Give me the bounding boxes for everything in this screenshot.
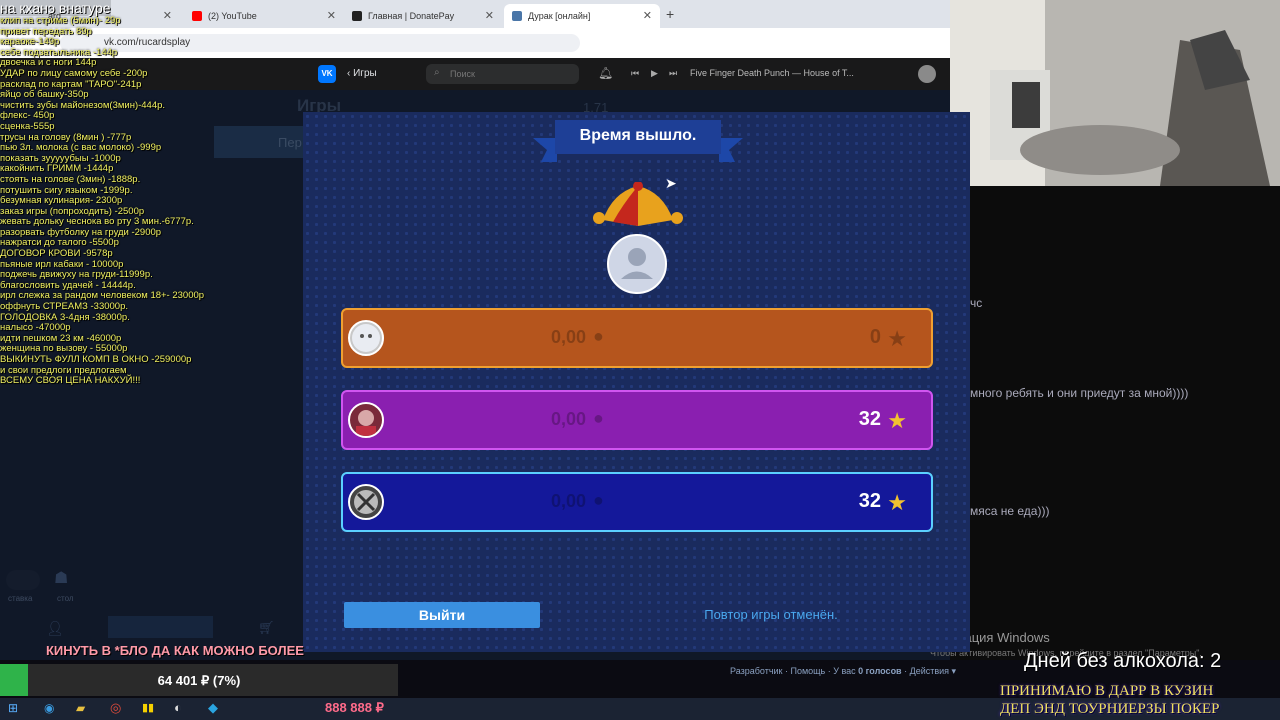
- player-row: 0,00 ● 32 ★: [341, 472, 933, 532]
- donatepay-icon: [352, 11, 362, 21]
- bell-icon[interactable]: 🔔︎: [598, 66, 613, 80]
- tab-label: Дурак [онлайн]: [528, 11, 591, 21]
- player-row: 0,00 ● 0 ★: [341, 308, 933, 368]
- jester-avatar: [593, 182, 683, 294]
- prev-track-icon[interactable]: ⏮: [631, 68, 639, 79]
- footer-actions[interactable]: Действия: [910, 666, 949, 676]
- browser-tab-durak[interactable]: Дурак [онлайн] ✕: [504, 4, 660, 28]
- tab-label: (2) YouTube: [208, 11, 257, 21]
- windows-start-icon[interactable]: ⊞: [8, 701, 18, 715]
- chat-message: мяса не еда))): [970, 504, 1050, 518]
- play-icon[interactable]: ▶: [651, 68, 658, 79]
- stol-label: стол: [57, 594, 74, 603]
- footer-help[interactable]: Помощь: [790, 666, 825, 676]
- close-icon[interactable]: ✕: [643, 9, 652, 22]
- player-avatar: [348, 402, 384, 438]
- new-tab-button[interactable]: +: [666, 6, 674, 22]
- player-money: 0,00: [551, 409, 587, 429]
- price-line: ВСЕМУ СВОЯ ЦЕНА НАКХУЙ!!!: [0, 375, 141, 387]
- close-icon[interactable]: ✕: [327, 9, 336, 22]
- chrome-icon[interactable]: ◎: [110, 700, 121, 716]
- footer-votes-prefix: У вас: [833, 666, 856, 676]
- webcam-feed: [950, 0, 1280, 186]
- search-placeholder: Поиск: [450, 69, 475, 79]
- game-over-modal: Время вышло. 0,00 ● 0 ★ 0,00 ● 32 ★ 0,00…: [303, 112, 970, 652]
- price-line: УДАР по лицу самому себе -200р: [0, 67, 148, 79]
- tab-first[interactable]: Пер: [214, 126, 304, 158]
- player-avatar: [348, 484, 384, 520]
- stavka-toggle[interactable]: [6, 570, 40, 590]
- explorer-icon[interactable]: ▰: [76, 701, 85, 715]
- donation-progress-bar: 64 401 ₽ (7%): [0, 664, 398, 696]
- close-icon[interactable]: ✕: [485, 9, 494, 22]
- modal-title: Время вышло.: [579, 127, 697, 144]
- footer-votes: 0 голосов: [858, 666, 902, 676]
- now-playing[interactable]: Five Finger Death Punch — House of T...: [690, 68, 854, 78]
- tab-label: Пер: [278, 135, 302, 150]
- footer-developer[interactable]: Разработчик: [730, 666, 782, 676]
- edge-icon[interactable]: ◉: [44, 701, 54, 715]
- banner: ПРИНИМАЮ В ДАРР В КУЗИН ДЕП ЭНД ТОУРНИЕР…: [1000, 682, 1280, 718]
- star-icon: ★: [887, 326, 907, 351]
- price-line: ВЫКИНУТЬ ФУЛЛ КОМП В ОКНО -259000р: [0, 354, 192, 365]
- overlay-title: на кханэ внатуре: [0, 0, 111, 16]
- player-score: 0: [869, 326, 881, 348]
- banner-line: ДЕП ЭНД ТОУРНИЕРЗЫ ПОКЕР: [1000, 701, 1220, 717]
- mouse-cursor-icon: ➤: [665, 175, 677, 191]
- price-line: стоять на голове (3мин) -1888р.: [0, 173, 141, 185]
- player-money: 0,00: [551, 327, 587, 347]
- next-track-icon[interactable]: ⏭: [669, 68, 677, 79]
- progress-label: 64 401 ₽ (7%): [157, 673, 241, 688]
- star-icon: ★: [887, 408, 907, 433]
- player-score: 32: [858, 408, 881, 430]
- app-icon[interactable]: ▮▮: [142, 701, 154, 714]
- donation-goal: 888 888 ₽: [325, 700, 384, 715]
- coin-icon: ●: [593, 490, 604, 510]
- back-label: Игры: [353, 68, 377, 79]
- obs-icon[interactable]: ◐: [174, 700, 182, 715]
- coin-icon: ●: [593, 408, 604, 428]
- tab-label: Главная | DonatePay: [368, 11, 455, 21]
- days-counter: Дней без алкохола: 2: [1024, 650, 1222, 672]
- webcam-image: [950, 0, 1280, 186]
- back-link[interactable]: ‹ Игры: [347, 68, 377, 79]
- table-icon[interactable]: ☗: [54, 568, 68, 588]
- chat-message: чс: [970, 296, 983, 310]
- player-avatar: [348, 320, 384, 356]
- player-row: 0,00 ● 32 ★: [341, 390, 933, 450]
- replay-status: Повтор игры отменён.: [704, 607, 838, 622]
- player-score: 32: [858, 490, 881, 512]
- donate-text: КИНУТЬ В *БЛО ДА КАК МОЖНО БОЛЕЕ: [46, 643, 304, 658]
- vk-icon: [512, 11, 522, 21]
- star-icon: ★: [887, 490, 907, 515]
- price-line: клип на стриме (5мин)- 29р: [0, 15, 121, 26]
- banner-line: ПРИНИМАЮ В ДАРР В КУЗИН: [1000, 683, 1214, 699]
- browser-tab-donatepay[interactable]: Главная | DonatePay ✕: [344, 4, 502, 28]
- donation-price-list: клип на стриме (5мин)- 29р привет переда…: [0, 15, 210, 387]
- vk-footer: Разработчик · Помощь · У вас 0 голосов ·…: [730, 666, 957, 676]
- telegram-icon[interactable]: ◆: [208, 700, 218, 716]
- chat-message: много ребять и они приедут за мной)))): [970, 386, 1189, 400]
- chat-panel: чс много ребять и они приедут за мной)))…: [930, 186, 1280, 660]
- player-money: 0,00: [551, 491, 587, 511]
- coin-icon: ●: [593, 326, 604, 346]
- vk-logo[interactable]: VK: [318, 65, 336, 83]
- price-line: сценка-555р: [0, 120, 55, 132]
- stavka-label: ставка: [8, 594, 33, 603]
- exit-button[interactable]: Выйти: [344, 602, 540, 628]
- search-icon: ⌕: [434, 67, 440, 78]
- avatar[interactable]: [918, 65, 936, 83]
- cart-icon[interactable]: 🛒︎: [258, 620, 275, 636]
- profile-icon[interactable]: 👤︎: [46, 620, 64, 637]
- search-input[interactable]: ⌕ Поиск: [426, 64, 579, 84]
- menu-button[interactable]: [108, 616, 213, 638]
